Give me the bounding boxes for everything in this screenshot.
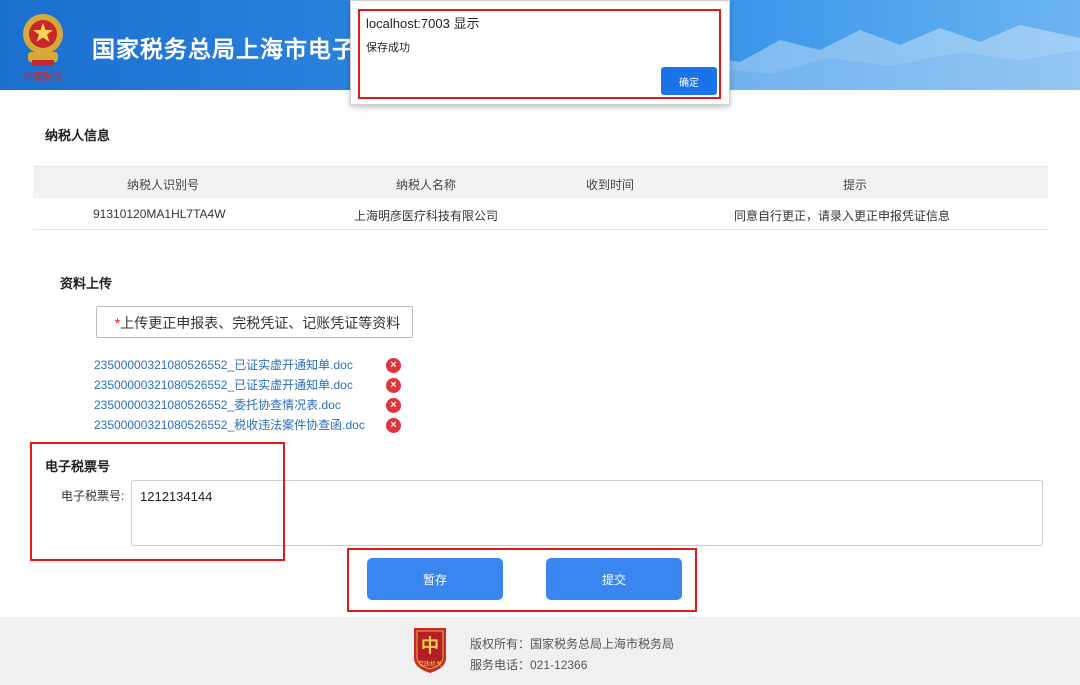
delete-file-icon[interactable]: ×: [386, 358, 401, 373]
uploaded-file-link[interactable]: 23500000321080526552_税收违法案件协查函.doc: [94, 416, 365, 433]
badge-text: 党政机关: [418, 660, 442, 668]
alert-dialog: localhost:7003 显示 保存成功 确定: [350, 0, 730, 105]
upload-materials-button[interactable]: *上传更正申报表、完税凭证、记账凭证等资料: [96, 306, 413, 338]
dialog-message: 保存成功: [366, 42, 410, 54]
emblem-caption: 中国税务: [22, 72, 62, 83]
save-draft-button[interactable]: 暂存: [367, 558, 503, 600]
table-header: 纳税人识别号 纳税人名称 收到时间 提示: [33, 166, 1048, 198]
party-government-badge-icon: 中 党政机关: [414, 628, 446, 673]
delete-file-icon[interactable]: ×: [386, 378, 401, 393]
taxpayer-section-title: 纳税人信息: [45, 128, 111, 143]
svg-text:中: 中: [421, 635, 439, 657]
table-row: 91310120MA1HL7TA4W 上海明彦医疗科技有限公司 同意自行更正，请…: [33, 198, 1048, 230]
taxpayer-id: 91310120MA1HL7TA4W: [93, 207, 226, 221]
footer-copyright: 版权所有：国家税务总局上海市税务局: [470, 637, 675, 651]
submit-button[interactable]: 提交: [546, 558, 682, 600]
column-header-id: 纳税人识别号: [127, 178, 200, 192]
dialog-origin: localhost:7003 显示: [366, 16, 480, 31]
upload-section-title: 资料上传: [60, 276, 113, 291]
ticket-number-input[interactable]: 1212134144: [131, 480, 1043, 546]
ticket-field-label: 电子税票号:: [61, 489, 125, 503]
uploaded-file-link[interactable]: 23500000321080526552_委托协查情况表.doc: [94, 396, 341, 413]
footer-phone: 服务电话：021-12366: [470, 658, 588, 672]
upload-button-label: 上传更正申报表、完税凭证、记账凭证等资料: [120, 315, 401, 331]
uploaded-file-link[interactable]: 23500000321080526552_已证实虚开通知单.doc: [94, 376, 353, 393]
page-title: 国家税务总局上海市电子: [92, 36, 356, 62]
delete-file-icon[interactable]: ×: [386, 418, 401, 433]
taxpayer-name: 上海明彦医疗科技有限公司: [354, 209, 499, 223]
ticket-section-title: 电子税票号: [45, 459, 111, 474]
column-header-received-time: 收到时间: [586, 178, 635, 192]
column-header-hint: 提示: [843, 178, 868, 192]
delete-file-icon[interactable]: ×: [386, 398, 401, 413]
uploaded-file-link[interactable]: 23500000321080526552_已证实虚开通知单.doc: [94, 356, 353, 373]
taxpayer-table: 纳税人识别号 纳税人名称 收到时间 提示 91310120MA1HL7TA4W …: [33, 166, 1048, 230]
dialog-ok-button[interactable]: 确定: [661, 67, 717, 95]
taxpayer-hint: 同意自行更正，请录入更正申报凭证信息: [734, 209, 951, 223]
column-header-name: 纳税人名称: [396, 178, 457, 192]
